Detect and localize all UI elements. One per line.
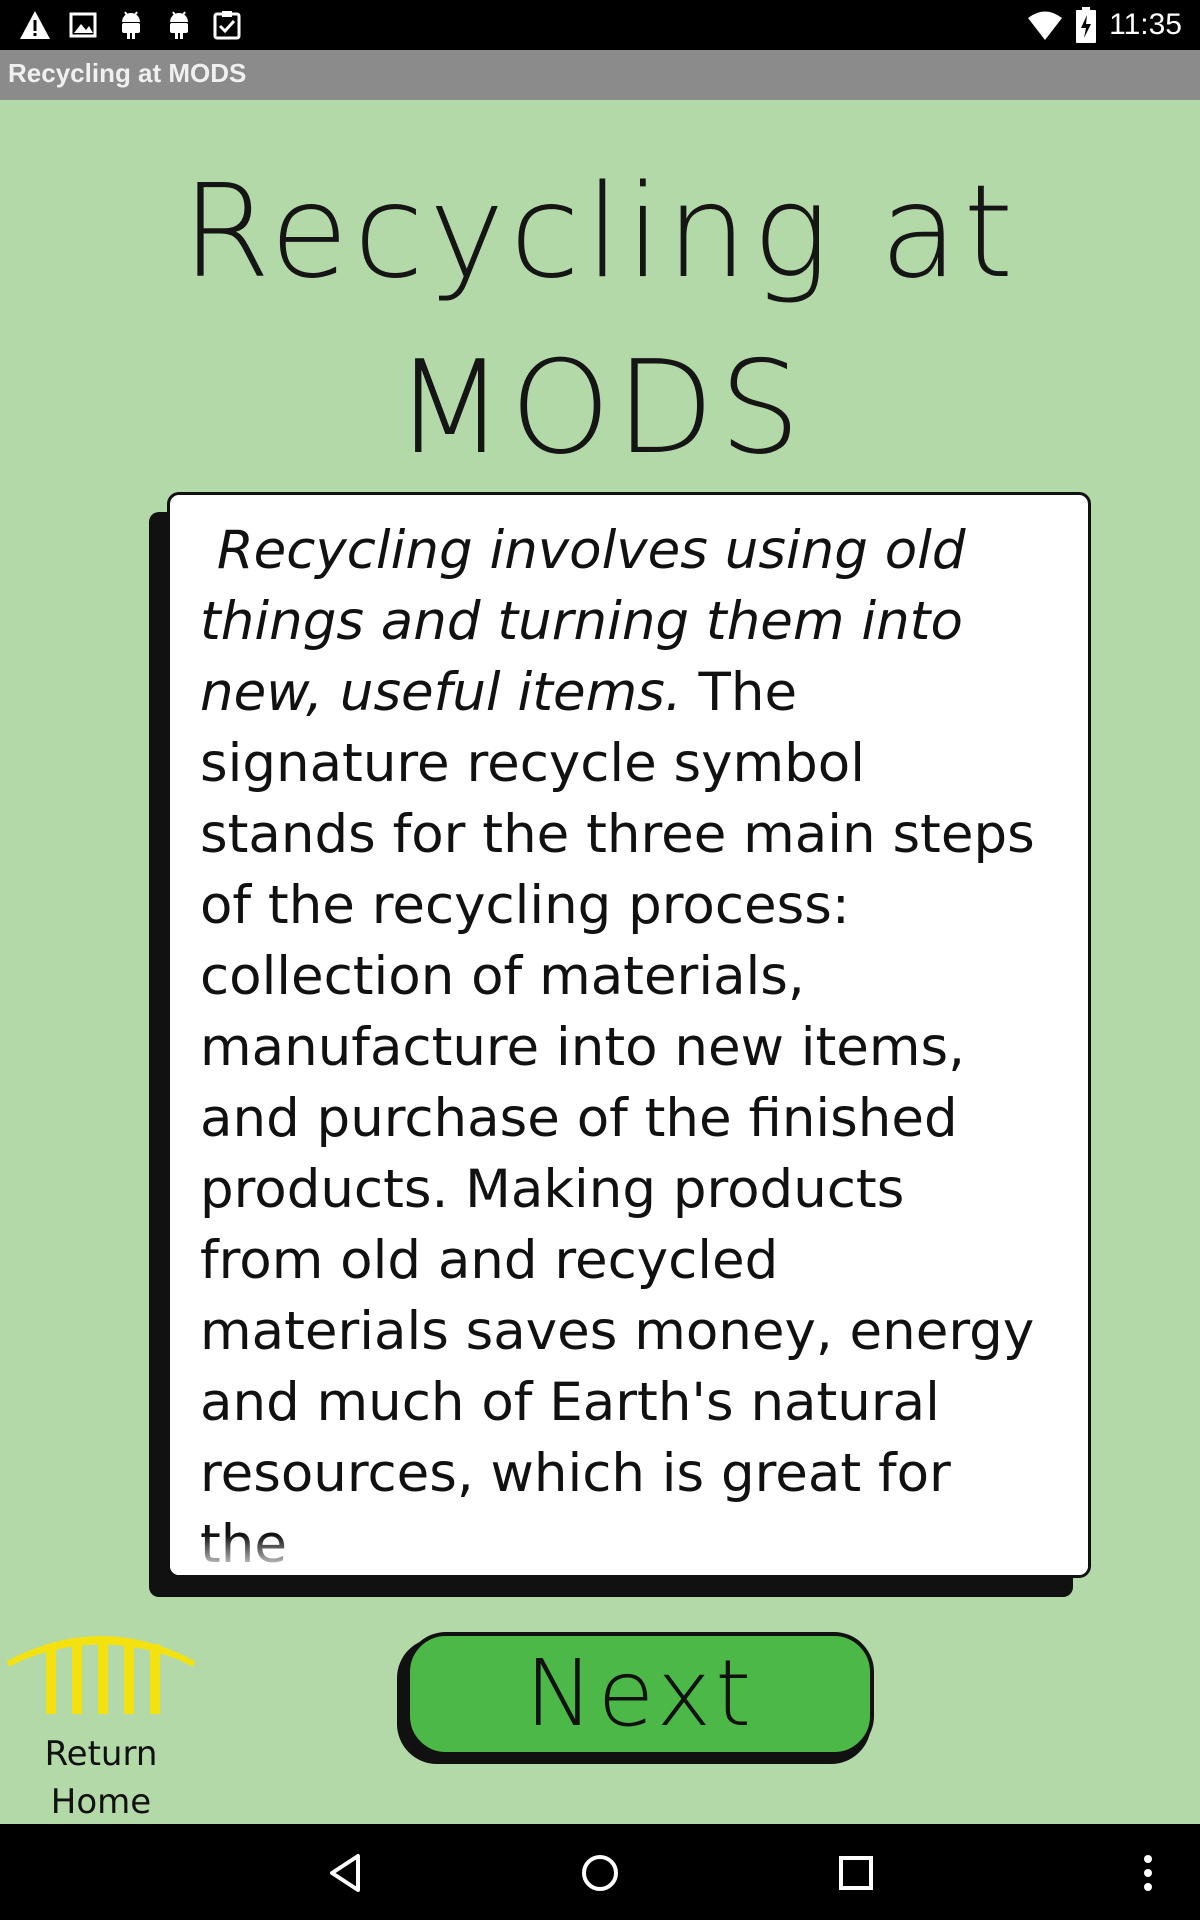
- recents-icon[interactable]: [831, 1848, 881, 1898]
- return-home-button[interactable]: Return Home: [6, 1630, 196, 1825]
- system-icons: 11:35: [1027, 4, 1182, 46]
- arch-icon: [6, 1636, 196, 1714]
- info-card[interactable]: Recycling involves using old things and …: [167, 492, 1091, 1578]
- battery-charging-icon: [1076, 7, 1097, 43]
- notification-icons: [18, 8, 244, 42]
- next-button[interactable]: Next: [406, 1632, 874, 1756]
- page-title-line-1: Recycling at: [181, 158, 1019, 307]
- home-icon[interactable]: [575, 1848, 625, 1898]
- next-button-label: Next: [524, 1640, 756, 1747]
- page-title: Recycling at MODS: [60, 145, 1140, 497]
- back-icon[interactable]: [322, 1848, 372, 1898]
- android-icon: [170, 11, 188, 39]
- navigation-bar: [0, 1824, 1200, 1920]
- scroll-fade: [170, 1535, 1088, 1575]
- android-icon: [122, 11, 140, 39]
- info-text-italic: Recycling involves using old things and …: [200, 520, 966, 723]
- return-home-label-line-2: Home: [50, 1782, 152, 1822]
- overflow-menu-icon[interactable]: [1123, 1848, 1173, 1898]
- return-home-label: Return Home: [6, 1730, 196, 1826]
- image-icon: [69, 12, 97, 38]
- wifi-icon: [1028, 11, 1063, 40]
- page-title-line-2: MODS: [394, 334, 806, 483]
- info-text-body: The signature recycle symbol stands for …: [200, 662, 1035, 1575]
- return-home-label-line-1: Return: [44, 1734, 158, 1774]
- warning-icon: [20, 11, 50, 39]
- clock: 11:35: [1109, 8, 1182, 41]
- app-title: Recycling at MODS: [8, 58, 247, 88]
- app-bar: Recycling at MODS: [0, 50, 1200, 100]
- info-text: Recycling involves using old things and …: [200, 515, 1040, 1575]
- status-bar: 11:35: [0, 0, 1200, 50]
- clipboard-check-icon: [213, 11, 241, 40]
